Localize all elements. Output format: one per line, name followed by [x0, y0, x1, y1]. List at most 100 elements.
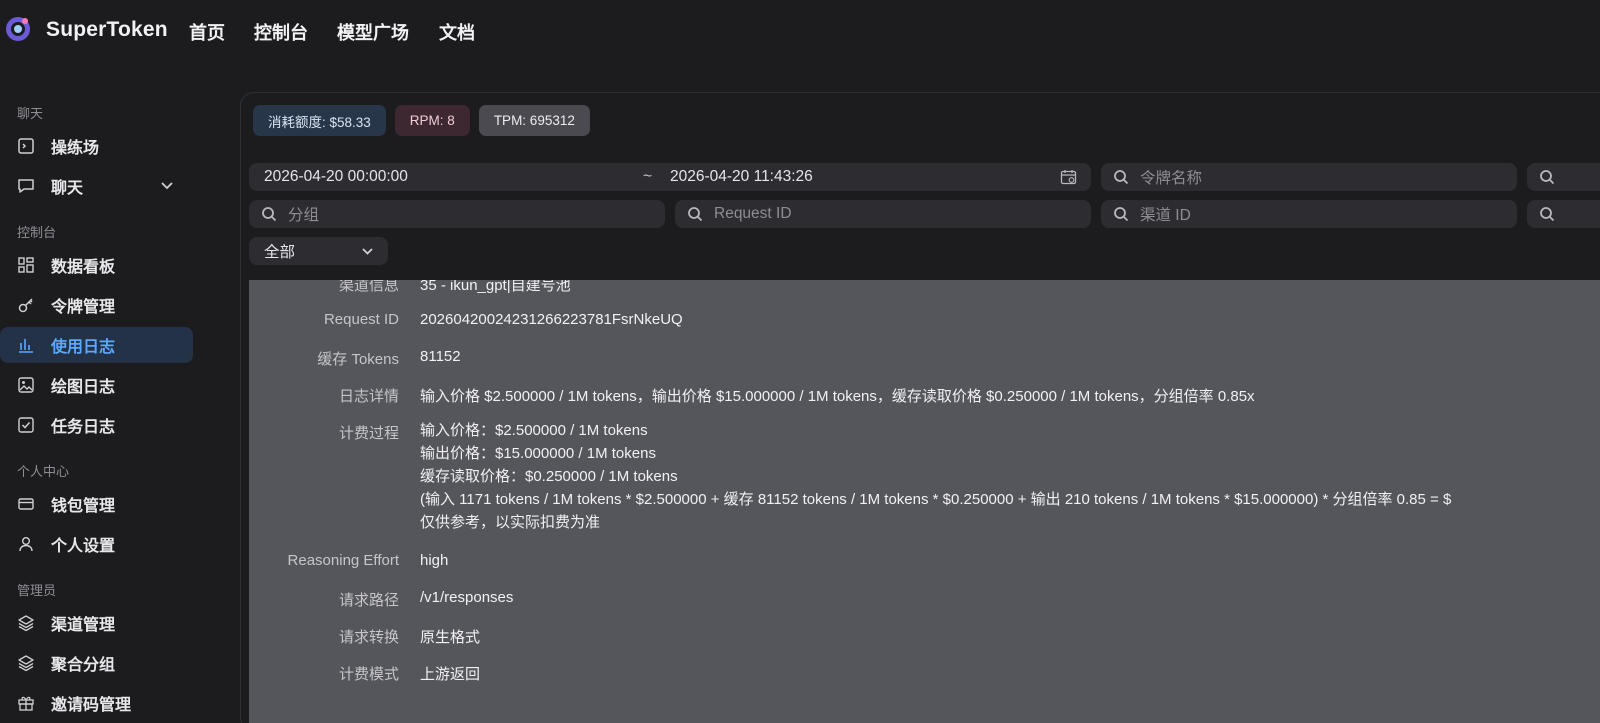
image-icon	[18, 377, 34, 393]
main-panel: 消耗额度: $58.33 RPM: 8 TPM: 695312 2026-04-…	[240, 92, 1600, 723]
billing-lines: 输入价格：$2.500000 / 1M tokens 输出价格：$15.0000…	[420, 419, 1451, 534]
channel-id-placeholder: 渠道 ID	[1140, 207, 1191, 224]
playground-icon	[18, 138, 34, 154]
sidebar-item-label: 操练场	[51, 140, 100, 157]
sidebar-item-label: 使用日志	[51, 339, 116, 356]
detail-value: 输入价格 $2.500000 / 1M tokens，输出价格 $15.0000…	[420, 388, 1255, 405]
sidebar-item-label: 绘图日志	[51, 379, 116, 396]
brand-name[interactable]: SuperToken	[46, 18, 168, 42]
chevron-down-icon	[362, 248, 373, 255]
nav-docs[interactable]: 文档	[439, 19, 475, 45]
gift-icon	[18, 696, 34, 711]
sidebar-item-channels[interactable]: 渠道管理	[0, 605, 193, 641]
sidebar-item-label: 渠道管理	[51, 617, 116, 634]
sidebar-item-chat[interactable]: 聊天	[0, 168, 193, 204]
token-name-placeholder: 令牌名称	[1140, 170, 1203, 187]
billing-line: 输出价格：$15.000000 / 1M tokens	[420, 445, 656, 462]
sidebar-item-invite-codes[interactable]: 邀请码管理	[0, 685, 193, 721]
bar-chart-icon	[19, 339, 33, 353]
search-icon	[1114, 207, 1129, 222]
search-icon	[688, 207, 703, 222]
sidebar-item-drawing-logs[interactable]: 绘图日志	[0, 367, 193, 403]
start-time: 2026-04-20 00:00:00	[264, 168, 408, 185]
date-range-picker[interactable]: 2026-04-20 00:00:00 ~ 2026-04-20 11:43:2…	[249, 163, 1091, 191]
sidebar-item-label: 任务日志	[51, 419, 116, 436]
billing-line: (输入 1171 tokens / 1M tokens * $2.500000 …	[420, 491, 1452, 508]
sidebar-item-settings[interactable]: 个人设置	[0, 526, 193, 562]
layers-icon	[18, 615, 34, 632]
detail-key: 计费模式	[338, 666, 399, 683]
group-placeholder: 分组	[288, 207, 320, 224]
calendar-icon[interactable]	[1060, 169, 1077, 186]
detail-value: high	[420, 552, 449, 569]
checkbox-icon	[18, 417, 34, 433]
sidebar-item-playground[interactable]: 操练场	[0, 128, 193, 164]
date-separator: ~	[643, 168, 653, 185]
log-type-value: 全部	[264, 244, 296, 261]
detail-key: 渠道信息	[338, 280, 399, 294]
layers-icon	[18, 655, 34, 672]
sidebar-item-label: 聊天	[51, 180, 84, 197]
chat-icon	[18, 179, 34, 193]
end-time: 2026-04-20 11:43:26	[670, 168, 813, 185]
stats-bar: 消耗额度: $58.33 RPM: 8 TPM: 695312	[253, 105, 590, 136]
sidebar-item-tokens[interactable]: 令牌管理	[0, 287, 193, 323]
nav-console[interactable]: 控制台	[254, 19, 308, 45]
billing-line: 仅供参考，以实际扣费为准	[420, 514, 601, 531]
log-details-panel: 渠道信息 35 - ikun_gpt|自建号池 Request ID 20260…	[249, 280, 1600, 723]
wallet-icon	[18, 498, 34, 510]
tpm-badge: TPM: 695312	[478, 105, 590, 136]
sidebar-section-personal: 个人中心	[17, 464, 70, 479]
detail-value: 20260420024231266223781FsrNkeUQ	[420, 311, 683, 328]
sidebar-item-wallet[interactable]: 钱包管理	[0, 486, 193, 522]
sidebar-item-label: 令牌管理	[51, 299, 116, 316]
billing-line: 输入价格：$2.500000 / 1M tokens	[420, 422, 648, 439]
sidebar-item-label: 钱包管理	[51, 498, 116, 515]
sidebar-item-dashboard[interactable]: 数据看板	[0, 247, 193, 283]
sidebar-section-chat: 聊天	[17, 106, 44, 121]
chevron-down-icon[interactable]	[160, 179, 174, 193]
search-icon	[262, 207, 277, 222]
channel-id-input[interactable]: 渠道 ID	[1101, 200, 1517, 228]
rpm-badge: RPM: 8	[394, 105, 470, 136]
nav-model-plaza[interactable]: 模型广场	[337, 19, 409, 45]
sidebar-item-usage-logs[interactable]: 使用日志	[0, 327, 193, 363]
request-id-input[interactable]: Request ID	[675, 200, 1091, 228]
top-nav: SuperToken 首页 控制台 模型广场 文档	[0, 0, 1600, 64]
detail-key: 计费过程	[338, 425, 399, 442]
username-input[interactable]	[1527, 200, 1600, 228]
sidebar-item-label: 聚合分组	[51, 657, 116, 674]
nav-home[interactable]: 首页	[189, 19, 225, 45]
request-id-placeholder: Request ID	[714, 205, 792, 222]
token-name-input[interactable]: 令牌名称	[1101, 163, 1517, 191]
quota-badge: 消耗额度: $58.33	[253, 105, 386, 136]
sidebar-item-label: 个人设置	[51, 538, 116, 555]
model-name-input[interactable]	[1527, 163, 1600, 191]
detail-key: 日志详情	[338, 388, 399, 405]
logo-icon[interactable]	[4, 15, 32, 43]
search-icon	[1540, 170, 1555, 185]
detail-value: /v1/responses	[420, 589, 514, 606]
search-icon	[1114, 170, 1129, 185]
search-icon	[1540, 207, 1555, 222]
dashboard-icon	[18, 257, 34, 273]
log-type-select[interactable]: 全部	[249, 237, 388, 265]
sidebar-item-label: 数据看板	[51, 259, 116, 276]
user-icon	[19, 537, 33, 552]
detail-value: 原生格式	[420, 629, 481, 646]
sidebar-item-label: 邀请码管理	[51, 697, 132, 714]
detail-key: Reasoning Effort	[287, 552, 399, 569]
sidebar-item-groups[interactable]: 聚合分组	[0, 645, 193, 681]
sidebar-item-task-logs[interactable]: 任务日志	[0, 407, 193, 443]
billing-line: 缓存读取价格：$0.250000 / 1M tokens	[420, 468, 678, 485]
detail-key: 缓存 Tokens	[317, 351, 399, 368]
sidebar: 聊天 操练场 聊天 控制台 数据看板 令牌管理 使用日志 绘图日志 任务日志 个…	[0, 64, 238, 723]
sidebar-section-console: 控制台	[17, 225, 57, 240]
detail-key: 请求路径	[338, 592, 399, 609]
detail-value: 81152	[420, 348, 461, 365]
detail-key: Request ID	[323, 311, 399, 328]
key-icon	[18, 298, 33, 313]
detail-key: 请求转换	[338, 629, 399, 646]
group-input[interactable]: 分组	[249, 200, 665, 228]
sidebar-section-admin: 管理员	[17, 583, 57, 598]
